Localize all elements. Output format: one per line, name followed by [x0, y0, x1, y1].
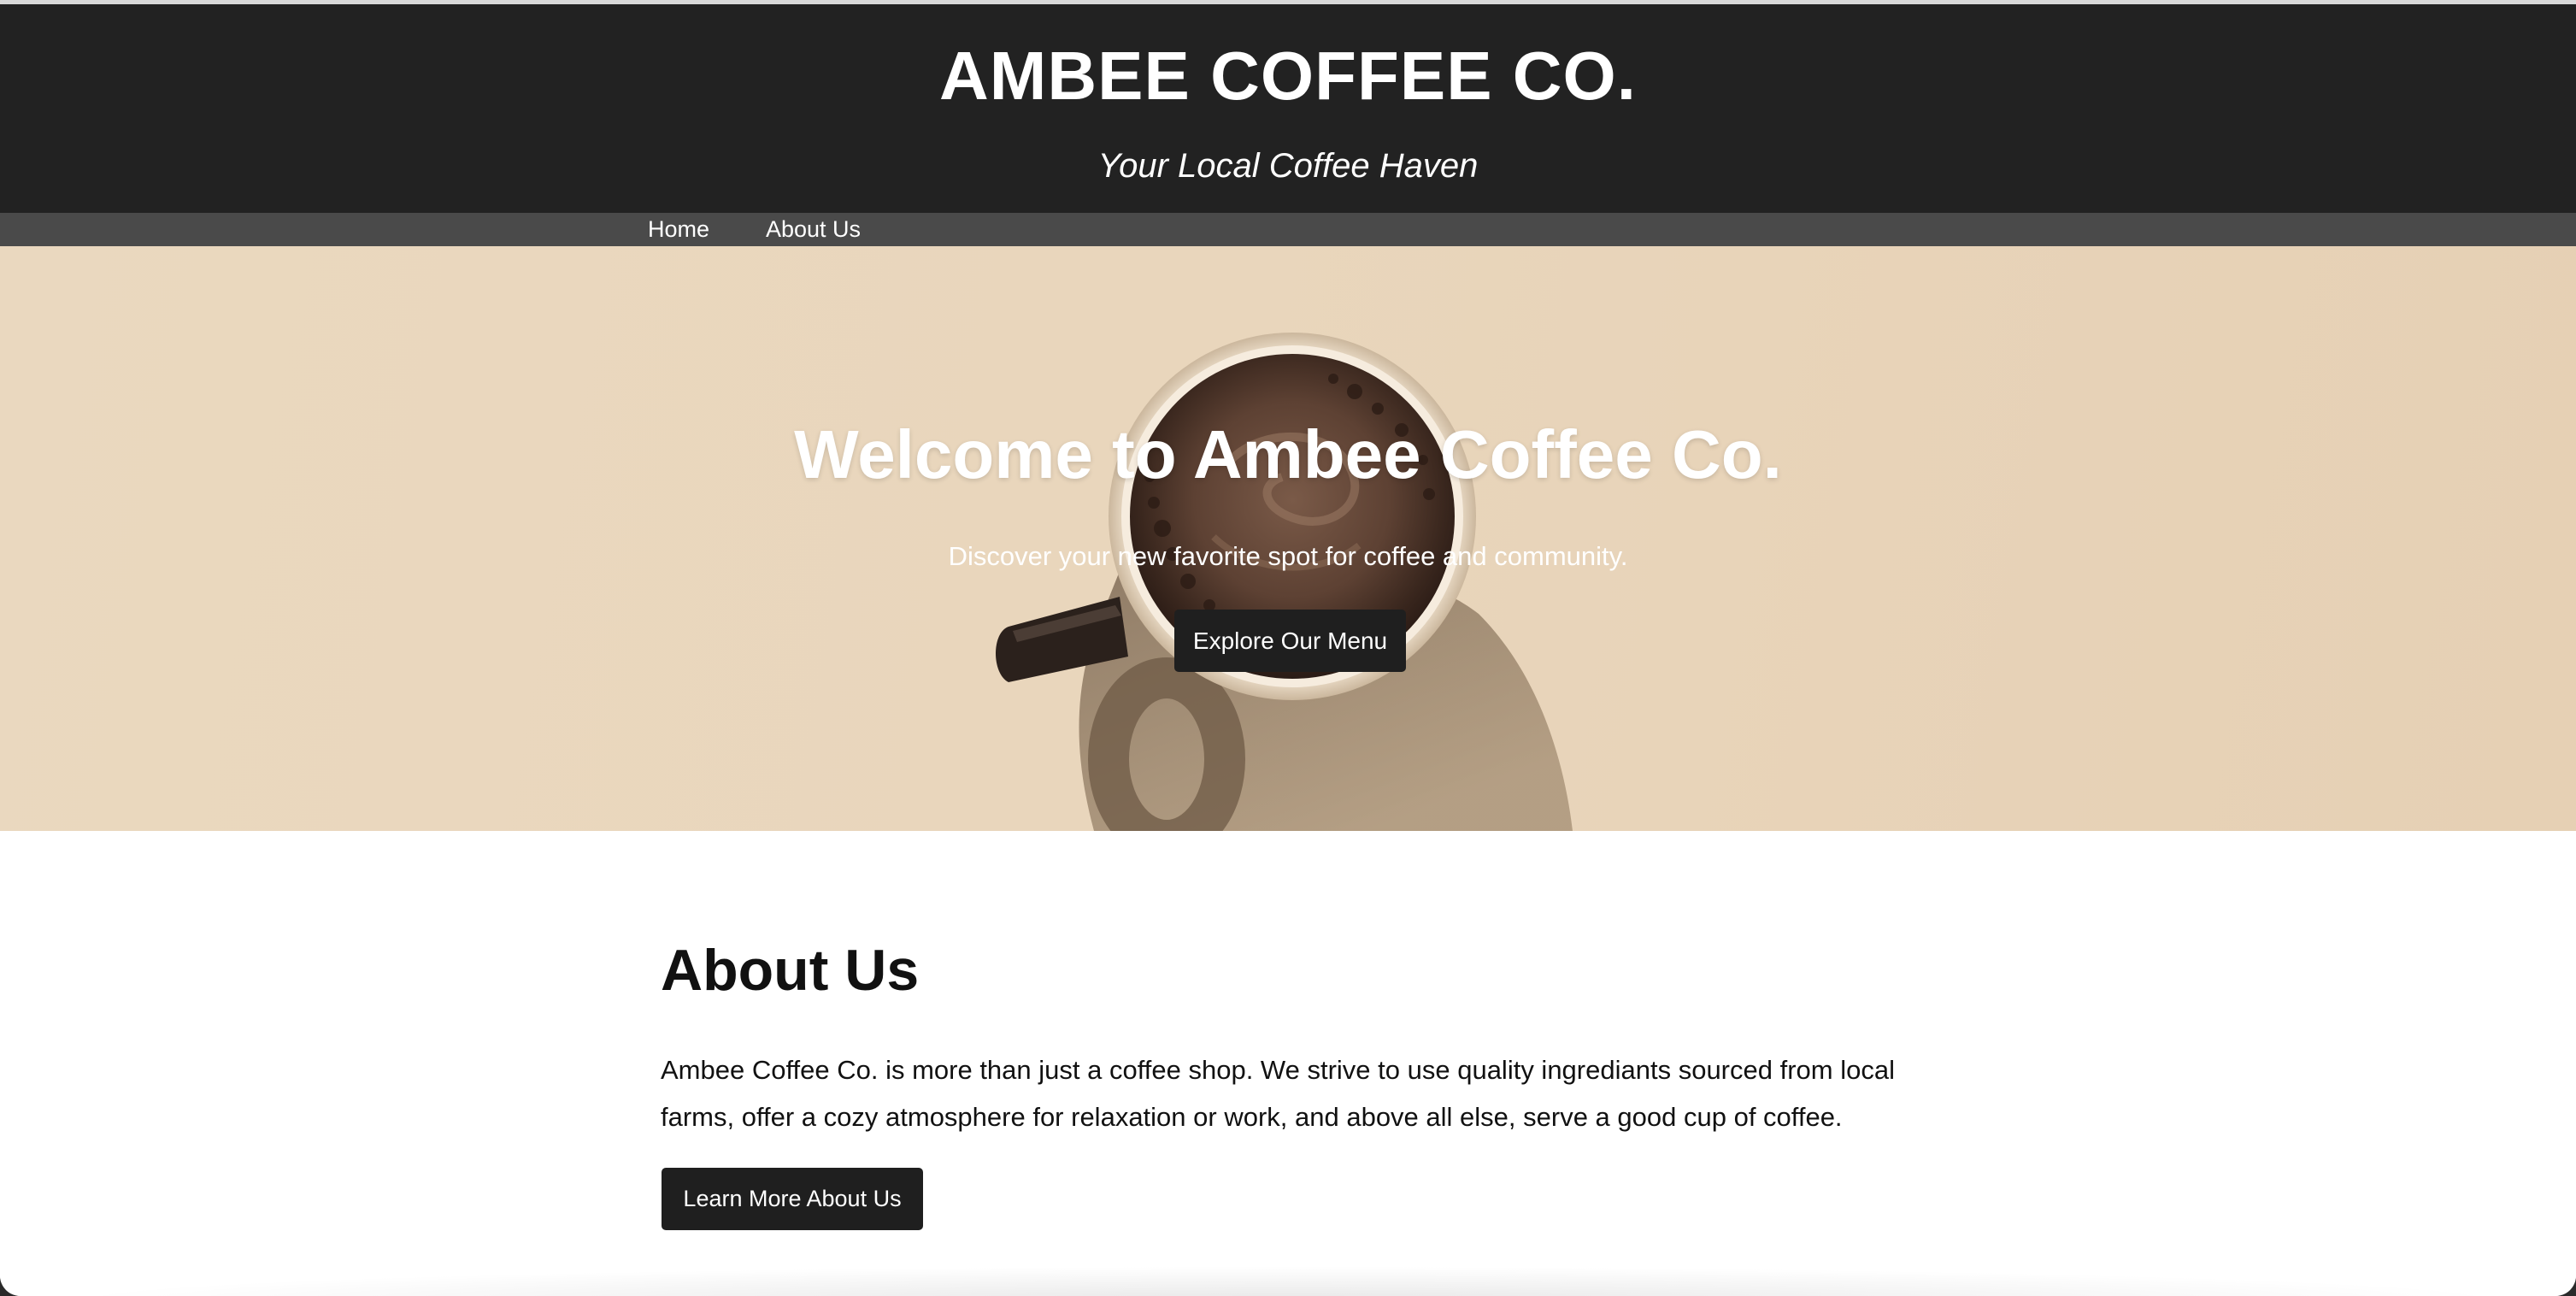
browser-page: AMBEE COFFEE CO. Your Local Coffee Haven… [0, 0, 2576, 1296]
site-header: AMBEE COFFEE CO. Your Local Coffee Haven [0, 4, 2576, 213]
explore-menu-button[interactable]: Explore Our Menu [1174, 610, 1406, 672]
main-nav: Home About Us [0, 213, 2576, 246]
hero-title: Welcome to Ambee Coffee Co. [794, 416, 1782, 492]
bottom-shadow [51, 1266, 2525, 1296]
about-title: About Us [661, 938, 920, 1003]
brand-title: AMBEE COFFEE CO. [938, 38, 1638, 114]
coffee-cup-image [996, 333, 1573, 831]
about-description: Ambee Coffee Co. is more than just a cof… [661, 1055, 1895, 1132]
learn-more-button[interactable]: Learn More About Us [662, 1168, 923, 1230]
hero-section: Welcome to Ambee Coffee Co. Discover you… [0, 246, 2576, 831]
about-section: About Us Ambee Coffee Co. is more than j… [0, 831, 2576, 1296]
hero-subtitle: Discover your new favorite spot for coff… [948, 541, 1628, 571]
tagline: Your Local Coffee Haven [1097, 147, 1479, 185]
nav-item-about-us[interactable]: About Us [766, 213, 861, 246]
nav-item-home[interactable]: Home [648, 213, 709, 246]
